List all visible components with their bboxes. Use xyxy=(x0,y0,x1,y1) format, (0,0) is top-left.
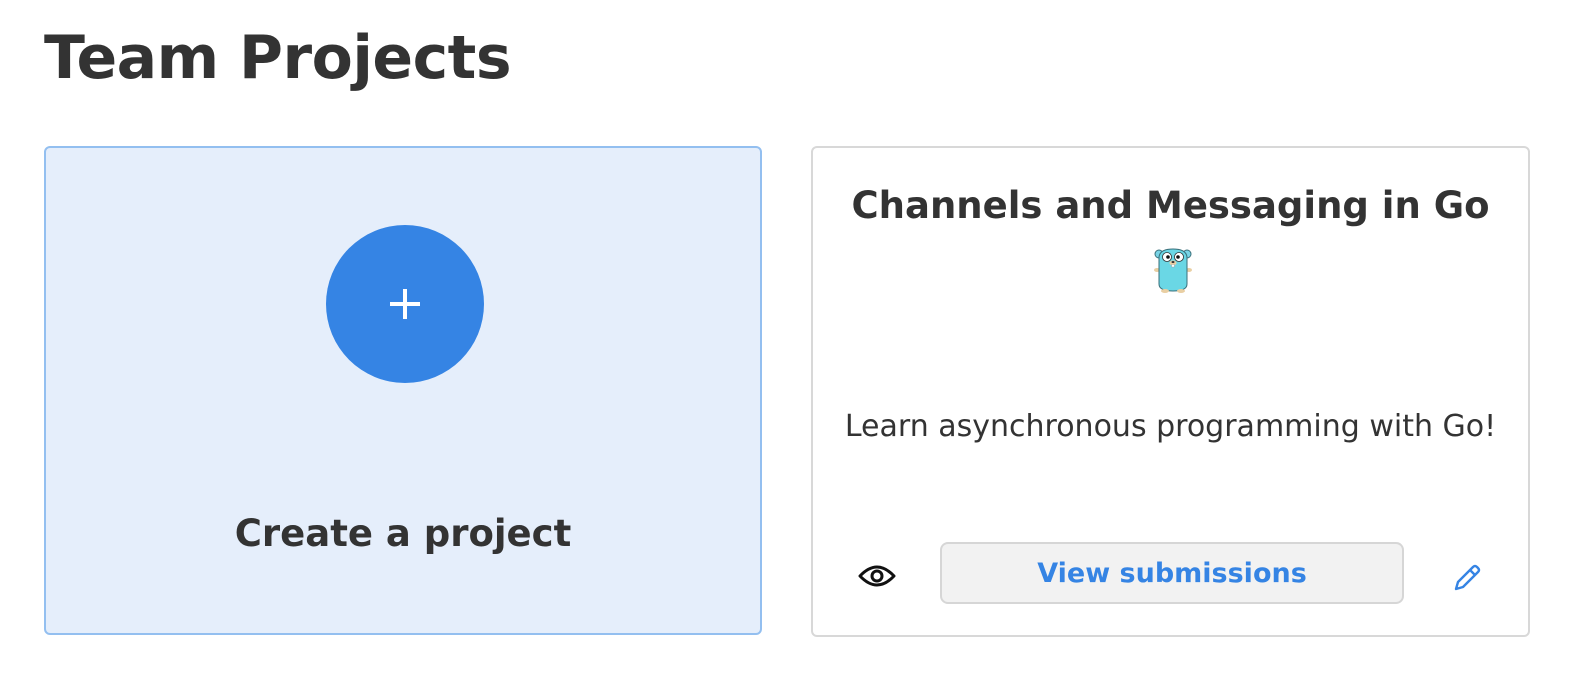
pencil-icon xyxy=(1454,564,1481,591)
create-project-card[interactable]: Create a project xyxy=(44,146,762,635)
view-submissions-button[interactable]: View submissions xyxy=(940,542,1404,604)
plus-icon xyxy=(390,289,420,319)
go-gopher-icon xyxy=(1154,248,1192,293)
project-title: Channels and Messaging in Go xyxy=(851,184,1490,227)
team-projects-page: Team Projects Create a project Channels … xyxy=(0,0,1592,676)
create-project-label: Create a project xyxy=(234,512,572,555)
project-card: Channels and Messaging in Go Learn async… xyxy=(811,146,1530,637)
project-description: Learn asynchronous programming with Go! xyxy=(844,409,1497,444)
eye-icon xyxy=(858,565,896,587)
page-title: Team Projects xyxy=(44,23,512,93)
create-project-button[interactable] xyxy=(326,225,484,383)
edit-button[interactable] xyxy=(1449,560,1485,596)
preview-button[interactable] xyxy=(857,558,897,594)
